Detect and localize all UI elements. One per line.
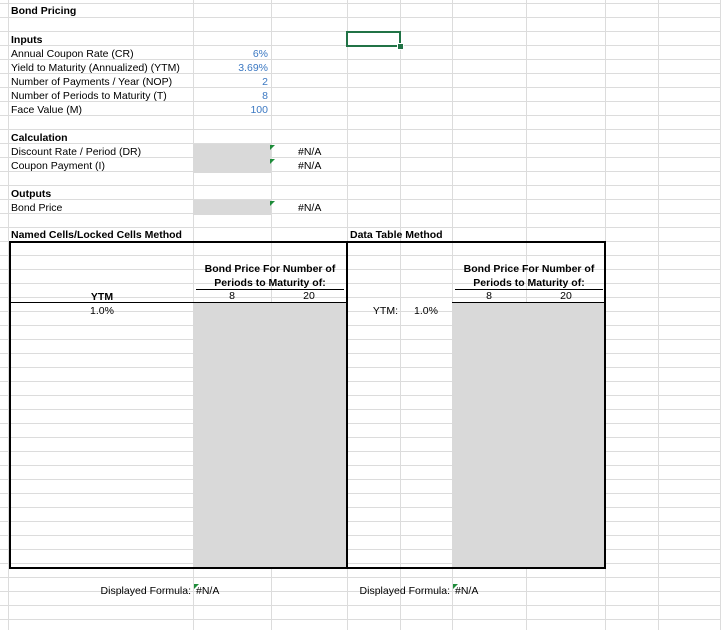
data-table-title: Data Table Method <box>350 229 443 241</box>
calc-input-cells[interactable] <box>193 144 271 173</box>
calc-value-coupon[interactable]: #N/A <box>298 159 321 173</box>
calculation-header: Calculation <box>11 132 68 144</box>
error-indicator <box>270 159 275 164</box>
input-value-nop[interactable]: 2 <box>210 75 268 89</box>
output-label-price: Bond Price <box>11 202 63 214</box>
named-ytm-underline <box>11 302 193 303</box>
selected-cell[interactable] <box>346 31 401 47</box>
output-input-cell[interactable] <box>193 200 271 215</box>
output-value-price[interactable]: #N/A <box>298 201 321 215</box>
error-indicator <box>270 145 275 150</box>
input-label-m: Face Value (M) <box>11 104 82 116</box>
dt-col-8: 8 <box>486 290 492 302</box>
input-value-cr[interactable]: 6% <box>210 47 268 61</box>
sheet-title: Bond Pricing <box>11 5 77 17</box>
named-header-line2: Periods to Maturity of: <box>214 277 326 289</box>
input-value-ytm[interactable]: 3.69% <box>210 61 268 75</box>
fill-handle[interactable] <box>397 43 404 50</box>
named-header-line1: Bond Price For Number of <box>204 263 336 275</box>
dt-results-area[interactable] <box>452 303 604 567</box>
named-method-title: Named Cells/Locked Cells Method <box>11 229 182 241</box>
input-label-nop: Number of Payments / Year (NOP) <box>11 76 173 88</box>
dt-header-line1: Bond Price For Number of <box>463 263 595 275</box>
dt-ytm-label: YTM: <box>372 305 398 317</box>
input-value-t[interactable]: 8 <box>210 89 268 103</box>
input-label-t: Number of Periods to Maturity (T) <box>11 90 167 102</box>
outputs-header: Outputs <box>11 188 52 200</box>
named-col-8: 8 <box>229 290 235 302</box>
error-indicator <box>270 201 275 206</box>
calc-value-dr[interactable]: #N/A <box>298 145 321 159</box>
calc-label-dr: Discount Rate / Period (DR) <box>11 146 142 158</box>
dt-formula-value[interactable]: #N/A <box>455 584 478 598</box>
named-formula-value[interactable]: #N/A <box>196 584 219 598</box>
named-col-20: 20 <box>303 290 315 302</box>
input-label-ytm: Yield to Maturity (Annualized) (YTM) <box>11 62 180 74</box>
dt-formula-label: Displayed Formula: <box>359 585 450 597</box>
named-ytm-value[interactable]: 1.0% <box>11 304 193 318</box>
named-results-area[interactable] <box>193 303 346 567</box>
input-value-m[interactable]: 100 <box>210 103 268 117</box>
dt-col-20: 20 <box>560 290 572 302</box>
input-label-cr: Annual Coupon Rate (CR) <box>11 48 134 60</box>
dt-header-line2: Periods to Maturity of: <box>473 277 585 289</box>
dt-ytm-value[interactable]: 1.0% <box>400 304 452 318</box>
inputs-header: Inputs <box>11 34 43 46</box>
named-formula-label: Displayed Formula: <box>100 585 191 597</box>
calc-label-coupon: Coupon Payment (I) <box>11 160 105 172</box>
